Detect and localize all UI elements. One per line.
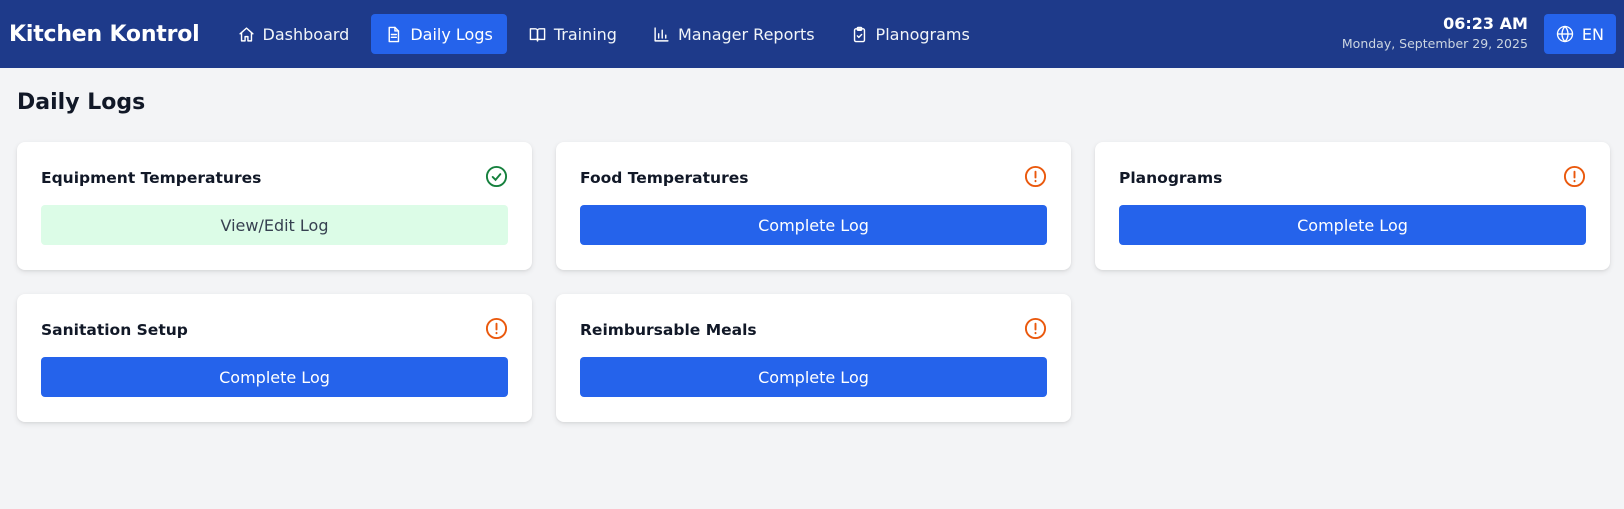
clock: 06:23 AM Monday, September 29, 2025: [1342, 14, 1528, 54]
alert-circle-icon: [1563, 165, 1586, 192]
language-button[interactable]: EN: [1543, 14, 1616, 54]
nav-item-label: Manager Reports: [677, 24, 815, 44]
log-card-grid: Equipment Temperatures View/Edit Log Foo…: [17, 142, 1610, 422]
language-label: EN: [1581, 24, 1604, 44]
alert-circle-icon: [1024, 165, 1047, 192]
alert-circle-icon: [1024, 317, 1047, 344]
nav-item-label: Planograms: [875, 24, 970, 44]
log-card-food-temperatures: Food Temperatures Complete Log: [556, 142, 1071, 270]
nav-item-planograms[interactable]: Planograms: [837, 14, 984, 54]
alert-circle-icon: [485, 317, 508, 344]
current-time: 06:23 AM: [1443, 14, 1528, 33]
top-navigation-bar: Kitchen Kontrol Dashboard Daily Logs Tra…: [0, 0, 1624, 68]
card-title: Equipment Temperatures: [41, 169, 262, 187]
nav-item-dashboard[interactable]: Dashboard: [224, 14, 364, 54]
clipboard-check-icon: [853, 26, 865, 42]
nav-item-label: Dashboard: [262, 24, 350, 44]
complete-log-button[interactable]: Complete Log: [41, 357, 508, 397]
complete-log-button[interactable]: Complete Log: [580, 357, 1047, 397]
nav-item-daily-logs[interactable]: Daily Logs: [371, 14, 507, 54]
main-content: Daily Logs Equipment Temperatures View/E…: [0, 68, 1624, 444]
card-title: Sanitation Setup: [41, 321, 188, 339]
nav-item-label: Training: [553, 24, 617, 44]
complete-log-button[interactable]: Complete Log: [1119, 205, 1586, 245]
card-title: Food Temperatures: [580, 169, 749, 187]
card-title: Planograms: [1119, 169, 1223, 187]
page-title: Daily Logs: [17, 90, 146, 115]
home-icon: [238, 26, 254, 42]
nav-item-manager-reports[interactable]: Manager Reports: [639, 14, 829, 54]
log-card-sanitation-setup: Sanitation Setup Complete Log: [17, 294, 532, 422]
check-circle-icon: [485, 165, 508, 192]
current-date: Monday, September 29, 2025: [1341, 36, 1528, 51]
complete-log-button[interactable]: Complete Log: [580, 205, 1047, 245]
header-right: 06:23 AM Monday, September 29, 2025 EN: [1342, 0, 1616, 68]
log-card-reimbursable-meals: Reimbursable Meals Complete Log: [556, 294, 1071, 422]
nav-item-training[interactable]: Training: [515, 14, 631, 54]
card-title: Reimbursable Meals: [580, 321, 757, 339]
log-card-equipment-temperatures: Equipment Temperatures View/Edit Log: [17, 142, 532, 270]
app-brand[interactable]: Kitchen Kontrol: [9, 22, 200, 47]
main-nav: Dashboard Daily Logs Training Manager Re…: [224, 14, 984, 54]
log-card-planograms: Planograms Complete Log: [1095, 142, 1610, 270]
bar-chart-icon: [654, 26, 669, 42]
book-icon: [529, 27, 546, 42]
document-icon: [388, 26, 400, 42]
nav-item-label: Daily Logs: [410, 24, 493, 44]
view-edit-log-button[interactable]: View/Edit Log: [41, 205, 508, 245]
globe-icon: [1556, 25, 1574, 43]
